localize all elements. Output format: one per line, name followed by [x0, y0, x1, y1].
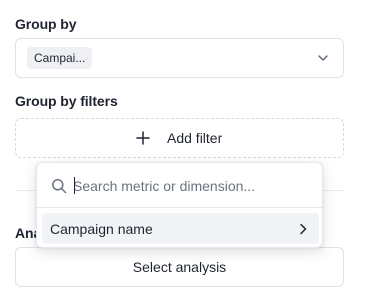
chevron-right-icon: [300, 223, 307, 235]
group-by-filters-label: Group by filters: [15, 93, 118, 109]
select-analysis-button[interactable]: Select analysis: [15, 247, 344, 287]
group-by-select[interactable]: Campai...: [15, 38, 344, 78]
search-row: [37, 163, 322, 208]
add-filter-button[interactable]: Add filter: [15, 118, 344, 158]
selected-chip: Campai...: [27, 47, 93, 69]
filter-dropdown-menu: Campaign name: [36, 162, 323, 248]
group-by-label: Group by: [15, 16, 77, 32]
text-cursor: [74, 177, 75, 194]
option-label: Campaign name: [50, 221, 153, 237]
search-icon: [52, 179, 67, 194]
search-input[interactable]: [73, 175, 313, 197]
add-filter-label: Add filter: [167, 130, 223, 146]
group-by-panel: Group by Campai... Group by filters Add …: [0, 0, 367, 305]
chevron-down-icon: [318, 55, 328, 61]
plus-icon: [136, 131, 150, 145]
option-campaign-name[interactable]: Campaign name: [42, 213, 319, 244]
